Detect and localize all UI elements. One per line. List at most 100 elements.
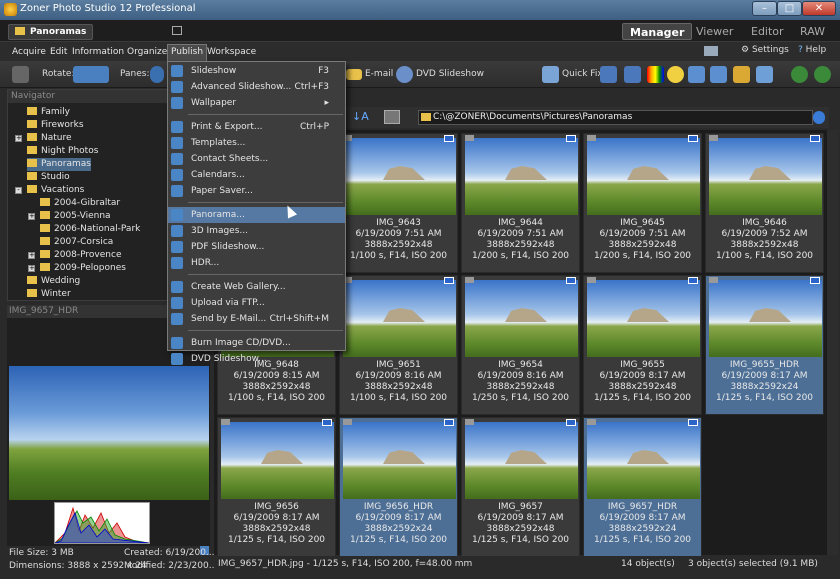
menu-item[interactable]: Contact Sheets... (168, 151, 345, 167)
thumbnail[interactable]: IMG_9655 6/19/2009 8:17 AM 3888x2592x48 1/1… (583, 275, 702, 415)
refresh-icon[interactable] (813, 111, 825, 124)
menu-workspace[interactable]: Workspace (204, 45, 259, 59)
menu-item[interactable]: Burn Image CD/DVD... (168, 335, 345, 351)
menu-item[interactable]: Slideshow F3 (168, 63, 345, 79)
sort-icon[interactable]: ↓A (352, 110, 369, 123)
tab-raw[interactable]: RAW (793, 23, 832, 40)
menu-item[interactable]: Wallpaper ▸ (168, 95, 345, 111)
menu-separator (188, 114, 343, 115)
tree-item[interactable]: 2008-Provence (40, 249, 121, 262)
thumbnail[interactable]: IMG_9645 6/19/2009 7:51 AM 3888x2592x48 1/2… (583, 133, 702, 273)
tree-item[interactable]: Nature (27, 132, 72, 145)
toolbar: Rotate: Panes: E-mail DVD Slideshow Quic… (0, 61, 840, 88)
tree-expander-icon[interactable]: + (15, 135, 22, 142)
monitor-icon[interactable] (704, 46, 718, 56)
menu-item[interactable]: Panorama... (168, 207, 345, 223)
menu-information[interactable]: Information (69, 45, 127, 59)
quick-fix-icon[interactable] (542, 66, 559, 83)
menu-item[interactable]: PDF Slideshow... (168, 239, 345, 255)
tree-item[interactable]: 2005-Vienna (40, 210, 111, 223)
sharpen-icon[interactable] (688, 66, 705, 83)
menu-separator (188, 330, 343, 331)
menu-item[interactable]: Paper Saver... (168, 183, 345, 199)
minimize-button[interactable]: – (752, 1, 777, 16)
menu-item-shortcut: Ctrl+Shift+M (269, 314, 329, 324)
tab-manager[interactable]: Manager (622, 23, 693, 40)
thumbnail-label: IMG_9644 6/19/2009 7:51 AM 3888x2592x48 1/2… (462, 218, 579, 262)
crop-icon[interactable] (710, 66, 727, 83)
tree-item[interactable]: Fireworks (27, 119, 84, 132)
menu-item[interactable]: Create Web Gallery... (168, 279, 345, 295)
rotate-icon[interactable] (73, 66, 109, 83)
tab-viewer[interactable]: Viewer (689, 23, 740, 40)
dvd-slideshow-button[interactable]: DVD Slideshow (416, 69, 484, 79)
notepad-icon[interactable] (172, 26, 182, 35)
window-title: Zoner Photo Studio 12 Professional (20, 3, 196, 14)
panes-icon[interactable] (150, 66, 164, 83)
menu-publish[interactable]: Publish (167, 44, 208, 61)
menu-item-label: Slideshow (191, 66, 237, 76)
menu-item[interactable]: Send by E-Mail... Ctrl+Shift+M (168, 311, 345, 327)
menu-item[interactable]: Calendars... (168, 167, 345, 183)
levels-icon[interactable] (600, 66, 617, 83)
thumbnail[interactable]: IMG_9654 6/19/2009 8:16 AM 3888x2592x48 1/2… (461, 275, 580, 415)
bulb-icon[interactable] (667, 66, 684, 83)
menu-item[interactable]: DVD Slideshow... (168, 351, 345, 367)
view-mode-icon[interactable] (384, 110, 400, 124)
tree-item[interactable]: Studio (27, 171, 70, 184)
tree-item[interactable]: Panoramas (27, 158, 91, 171)
tree-item[interactable]: Wedding (27, 275, 80, 288)
tree-item[interactable]: Family (27, 106, 70, 119)
thumbnail[interactable]: IMG_9656_HDR 6/19/2009 8:17 AM 3888x2592x2… (339, 417, 458, 557)
email-icon[interactable] (346, 69, 362, 80)
tree-item[interactable]: 2009-Pelopones (40, 262, 126, 275)
tree-expander-icon[interactable]: + (28, 252, 35, 259)
help-button[interactable]: ? Help (798, 45, 826, 55)
curves-icon[interactable] (624, 66, 641, 83)
rainbow-icon[interactable] (647, 66, 664, 83)
zoom-fit-icon[interactable] (814, 66, 831, 83)
thumbnail[interactable]: IMG_9651 6/19/2009 8:16 AM 3888x2592x48 1/1… (339, 275, 458, 415)
camera-icon[interactable] (12, 66, 29, 83)
tree-item[interactable]: 2006-National-Park (40, 223, 140, 236)
menu-item[interactable]: Print & Export... Ctrl+P (168, 119, 345, 135)
tree-item[interactable]: Winter (27, 288, 71, 301)
menu-edit[interactable]: Edit (47, 45, 70, 59)
effect-icon[interactable] (733, 66, 750, 83)
menu-acquire[interactable]: Acquire (9, 45, 49, 59)
menu-item[interactable]: 3D Images... (168, 223, 345, 239)
tree-expander-icon[interactable]: + (28, 265, 35, 272)
email-button[interactable]: E-mail (365, 69, 393, 79)
grid-scrollbar[interactable] (827, 130, 838, 555)
menu-item[interactable]: HDR... (168, 255, 345, 271)
dvd-icon[interactable] (396, 66, 413, 83)
menu-item[interactable]: Advanced Slideshow... Ctrl+F3 (168, 79, 345, 95)
tree-item[interactable]: Night Photos (27, 145, 98, 158)
thumbnail[interactable]: IMG_9657_HDR 6/19/2009 8:17 AM 3888x2592x2… (583, 417, 702, 557)
tree-item[interactable]: 2007-Corsica (40, 236, 113, 249)
menu-organize[interactable]: Organize (124, 45, 170, 59)
thumbnail[interactable]: IMG_9655_HDR 6/19/2009 8:17 AM 3888x2592x2… (705, 275, 824, 415)
path-input[interactable]: C:\@ZONER\Documents\Pictures\Panoramas (418, 110, 813, 125)
tree-expander-icon[interactable]: - (15, 187, 22, 194)
close-button[interactable]: ✕ (802, 1, 836, 16)
tab-editor[interactable]: Editor (744, 23, 791, 40)
tree-item[interactable]: Vacations (27, 184, 84, 197)
menu-item[interactable]: Upload via FTP... (168, 295, 345, 311)
breadcrumb[interactable]: Panoramas (8, 24, 94, 40)
tree-item-label: 2006-National-Park (54, 224, 141, 234)
tree-item[interactable]: 2004-Gibraltar (40, 197, 120, 210)
thumbnail[interactable]: IMG_9657 6/19/2009 8:17 AM 3888x2592x48 1/1… (461, 417, 580, 557)
menu-item[interactable]: Templates... (168, 135, 345, 151)
thumbnail[interactable]: IMG_9643 6/19/2009 7:51 AM 3888x2592x48 1/1… (339, 133, 458, 273)
settings-button[interactable]: ⚙ Settings (741, 45, 789, 55)
maximize-button[interactable]: □ (777, 1, 802, 16)
thumbnail[interactable]: IMG_9644 6/19/2009 7:51 AM 3888x2592x48 1/2… (461, 133, 580, 273)
thumbnail[interactable]: IMG_9656 6/19/2009 8:17 AM 3888x2592x48 1/1… (217, 417, 336, 557)
menu-item-label: HDR... (191, 258, 220, 268)
thumbnail[interactable]: IMG_9646 6/19/2009 7:52 AM 3888x2592x48 1/1… (705, 133, 824, 273)
zoom-in-icon[interactable] (791, 66, 808, 83)
batch-icon[interactable] (756, 66, 773, 83)
tree-expander-icon[interactable]: + (28, 213, 35, 220)
quick-fix-button[interactable]: Quick Fix (562, 69, 603, 79)
